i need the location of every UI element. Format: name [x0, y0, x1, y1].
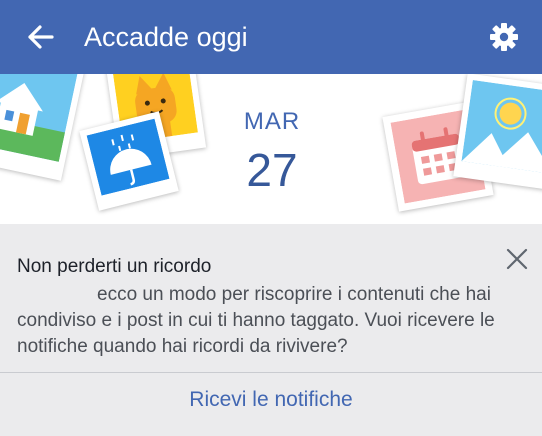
arrow-left-icon: [28, 25, 54, 49]
enable-notifications-button[interactable]: Ricevi le notifiche: [0, 386, 542, 414]
close-icon: [506, 248, 528, 270]
date-month: MAR: [243, 108, 301, 135]
top-app-bar: Accadde oggi: [0, 0, 542, 74]
page-title: Accadde oggi: [84, 22, 248, 52]
promo-body: ecco un modo per riscoprire i contenuti …: [17, 284, 495, 357]
settings-button[interactable]: [484, 19, 524, 55]
promo-title: Non perderti un ricordo: [17, 256, 212, 277]
back-button[interactable]: [22, 19, 62, 55]
gear-icon: [490, 23, 518, 51]
on-this-day-hero: MAR 27: [0, 74, 542, 224]
house-photo-icon: [0, 74, 86, 181]
divider: [0, 372, 542, 373]
notification-promo-card: Non perderti un ricordo ecco un modo per…: [0, 224, 542, 436]
date-day: 27: [246, 144, 298, 196]
close-button[interactable]: [500, 242, 534, 276]
sun-landscape-photo-icon: [453, 74, 542, 191]
